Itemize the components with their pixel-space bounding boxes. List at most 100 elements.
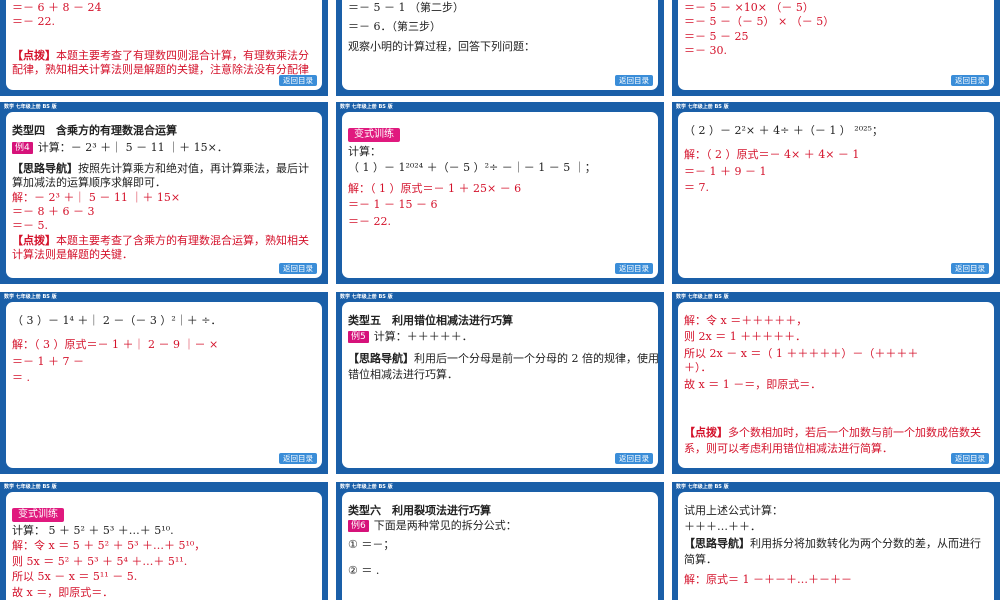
prompt-line: 试用上述公式计算： [684,504,783,517]
back-to-contents-button[interactable]: 返回目录 [951,75,989,86]
slide-3: ＝－ 5 － ×10× （－ 5） ＝－ 5 －（－ 5） × （－ 5） ＝－… [672,0,1000,96]
slide-6: 数学 七年级上册 BS 版 （ 2 ）－ 2²× ＋ 4÷ ＋（－ 1 ） ²⁰… [672,102,1000,284]
back-to-contents-button[interactable]: 返回目录 [951,263,989,274]
section-title: 类型五 利用错位相减法进行巧算 [348,314,513,327]
question-line: 观察小明的计算过程，回答下列问题： [348,39,535,53]
problem-line: （ 1 ）－ 1²⁰²⁴ ＋（－ 5 ）²÷ －｜－ 1 － 5 ｜； [348,161,596,175]
example-tag: 例6 [348,520,369,533]
solution-line: ＝－ 5 － ×10× （－ 5） [684,1,814,14]
solution-line: 则 5x ＝ 5² ＋ 5³ ＋ 5⁴ ＋…＋ 5¹¹. [12,554,188,568]
solution-line: ＝－ 30. [684,44,727,58]
solution-line: ＝ 7. [684,181,709,195]
slide-header: 数学 七年级上册 BS 版 [4,484,57,490]
slide-8: 数学 七年级上册 BS 版 类型五 利用错位相减法进行巧算 例5 计算：＋＋＋＋＋… [336,292,664,474]
slide-11: 数学 七年级上册 BS 版 类型六 利用裂项法进行巧算 例6 下面是两种常见的拆分… [336,482,664,600]
hint-tag: 【思路导航】 [684,536,750,550]
slide-card: 试用上述公式计算： ＋＋＋…＋＋． 【思路导航】利用拆分将加数转化为两个分数的差… [678,492,994,600]
hint-line: 【思路导航】利用拆分将加数转化为两个分数的差，从而进行 [684,537,988,551]
slide-header: 数学 七年级上册 BS 版 [676,484,729,490]
example-tag: 例5 [348,331,369,344]
slide-card: ＝－ 5 － 1 （第二步） ＝－ 6．（第三步） 观察小明的计算过程，回答下列… [342,0,658,90]
slide-10: 数学 七年级上册 BS 版 变式训练 计算： 5 ＋ 5² ＋ 5³ ＋…＋ 5… [0,482,328,600]
solution-line: ＝－ 1 ＋ 7 － [12,354,84,368]
tip-tag: 【点拨】 [684,426,728,440]
slide-4: 数学 七年级上册 BS 版 类型四 含乘方的有理数混合运算 例4 计算：－ 2³ … [0,102,328,284]
solution-line: 则 2x ＝ 1 ＋＋＋＋＋． [684,330,807,344]
hint-line: 错位相减法进行巧算． [348,368,458,382]
slide-card: （ 3 ）－ 1⁴ ＋｜ 2 －（－ 3 ）²｜＋ ÷． 解：（ 3 ）原式＝－… [6,302,322,468]
solution-line: ＝－ 8 ＋ 6 － 3 [12,205,95,219]
tip-line: 【点拨】本题主要考查了含乘方的有理数混合运算，熟知相关 [12,234,316,248]
back-to-contents-button[interactable]: 返回目录 [279,453,317,464]
solution-line: 解：（ 2 ）原式＝－ 4× ＋ 4× － 1 [684,148,860,162]
problem-text: 计算：－ 2³ ＋｜ 5 － 11 ｜＋ 15×． [37,141,228,155]
problem-line: （ 2 ）－ 2²× ＋ 4÷ ＋（－ 1 ） ²⁰²⁵； [684,124,883,137]
hint-text: 利用后一个分母是前一个分母的 2 倍的规律，使用 [414,351,658,365]
solution-line: 解：令 x ＝＋＋＋＋＋， [684,314,808,327]
formula-line: ② ＝ . [348,564,380,578]
formula-line: ① ＝－； [348,537,395,551]
intro-line: 例6 下面是两种常见的拆分公式： [348,519,652,533]
back-to-contents-button[interactable]: 返回目录 [951,453,989,464]
tip-line: 计算法则是解题的关键． [12,248,133,262]
intro-text: 下面是两种常见的拆分公式： [373,519,517,533]
hint-line: 算加减法的运算顺序求解即可． [12,176,166,190]
step-line: ＝－ 6．（第三步） [348,20,441,34]
slide-card: 变式训练 计算： 5 ＋ 5² ＋ 5³ ＋…＋ 5¹⁰. 解：令 x ＝ 5 … [6,492,322,600]
hint-tag: 【思路导航】 [348,351,414,365]
back-to-contents-button[interactable]: 返回目录 [279,75,317,86]
back-to-contents-button[interactable]: 返回目录 [279,263,317,274]
section-title: 类型四 含乘方的有理数混合运算 [12,124,177,137]
problem-line: 例5 计算：＋＋＋＋＋． [348,330,652,344]
hint-text: 按照先计算乘方和绝对值，再计算乘法，最后计 [78,161,309,175]
step-line: ＝－ 5 － 1 （第二步） [348,1,464,14]
back-to-contents-button[interactable]: 返回目录 [615,75,653,86]
hint-line: 简算． [684,553,717,567]
slide-header: 数学 七年级上册 BS 版 [340,484,393,490]
slide-card: ＝－ 5 － ×10× （－ 5） ＝－ 5 －（－ 5） × （－ 5） ＝－… [678,0,994,90]
solution-line: 所以 2x － x ＝（ 1 ＋＋＋＋＋）－（＋＋＋＋ [684,346,919,360]
slide-2: ＝－ 5 － 1 （第二步） ＝－ 6．（第三步） 观察小明的计算过程，回答下列… [336,0,664,96]
slide-card: 解：令 x ＝＋＋＋＋＋， 则 2x ＝ 1 ＋＋＋＋＋． 所以 2x － x … [678,302,994,468]
example-tag: 例4 [12,142,33,155]
hint-text: 利用拆分将加数转化为两个分数的差，从而进行 [750,536,981,550]
badge-label: 变式训练 [348,128,400,142]
slide-1: ＝－ 6 ＋ 8 － 24 ＝－ 22. 【点拨】本题主要考查了有理数四则混合计… [0,0,328,96]
solution-line: ＝－ 5 －（－ 5） × （－ 5） [684,15,835,29]
hint-tag: 【思路导航】 [12,161,78,175]
slide-card: 类型六 利用裂项法进行巧算 例6 下面是两种常见的拆分公式： ① ＝－； ② ＝ … [342,492,658,600]
slide-header: 数学 七年级上册 BS 版 [4,294,57,300]
variant-training-badge: 变式训练 [12,502,316,522]
solution-line: 解：（ 3 ）原式＝－ 1 ＋｜ 2 － 9 ｜－ × [12,338,219,352]
back-to-contents-button[interactable]: 返回目录 [615,453,653,464]
problem-line: 例4 计算：－ 2³ ＋｜ 5 － 11 ｜＋ 15×． [12,141,316,155]
problem-text: 计算：＋＋＋＋＋． [373,330,473,344]
badge-label: 变式训练 [12,508,64,522]
tip-line: 【点拨】多个数相加时，若后一个加数与前一个加数成倍数关 [684,426,988,440]
hint-line: 【思路导航】利用后一个分母是前一个分母的 2 倍的规律，使用 [348,351,658,366]
problem-line: ＋＋＋…＋＋． [684,520,761,534]
solution-line: 解：－ 2³ ＋｜ 5 － 11 ｜＋ 15× [12,190,181,204]
solution-line: 解：令 x ＝ 5 ＋ 5² ＋ 5³ ＋…＋ 5¹⁰， [12,539,206,553]
prompt-line: 计算： [348,145,381,158]
solution-line: 解：原式＝ 1 －＋－＋…＋－＋－ [684,572,852,586]
tip-line: 配律，熟知相关计算法则是解题的关键，注意除法没有分配律 [12,63,309,77]
solution-line: ＝－ 1 ＋ 9 － 1 [684,164,767,178]
problem-line: 计算： 5 ＋ 5² ＋ 5³ ＋…＋ 5¹⁰. [12,524,174,537]
tip-text: 本题主要考查了有理数四则混合计算，有理数乘法分 [56,48,309,62]
slide-card: ＝－ 6 ＋ 8 － 24 ＝－ 22. 【点拨】本题主要考查了有理数四则混合计… [6,0,322,90]
solution-line: ＝－ 5 － 25 [684,29,749,43]
solution-line: ＝－ 5. [12,219,48,233]
slide-card: 类型四 含乘方的有理数混合运算 例4 计算：－ 2³ ＋｜ 5 － 11 ｜＋ 1… [6,112,322,278]
tip-tag: 【点拨】 [12,48,56,62]
slide-header: 数学 七年级上册 BS 版 [340,104,393,110]
slide-header: 数学 七年级上册 BS 版 [676,294,729,300]
tip-line: 系，则可以考虑利用错位相减法进行简算． [684,442,893,456]
solution-line: 所以 5x － x ＝ 5¹¹ － 5. [12,570,138,584]
back-to-contents-button[interactable]: 返回目录 [615,263,653,274]
solution-line: 故 x ＝ 1 －＝，即原式＝． [684,377,822,391]
solution-line: 解：（ 1 ）原式＝－ 1 ＋ 25× － 6 [348,181,522,195]
hint-line: 【思路导航】按照先计算乘方和绝对值，再计算乘法，最后计 [12,162,316,176]
tip-line: 【点拨】本题主要考查了有理数四则混合计算，有理数乘法分 [12,49,316,63]
tip-text: 本题主要考查了含乘方的有理数混合运算，熟知相关 [56,233,309,247]
